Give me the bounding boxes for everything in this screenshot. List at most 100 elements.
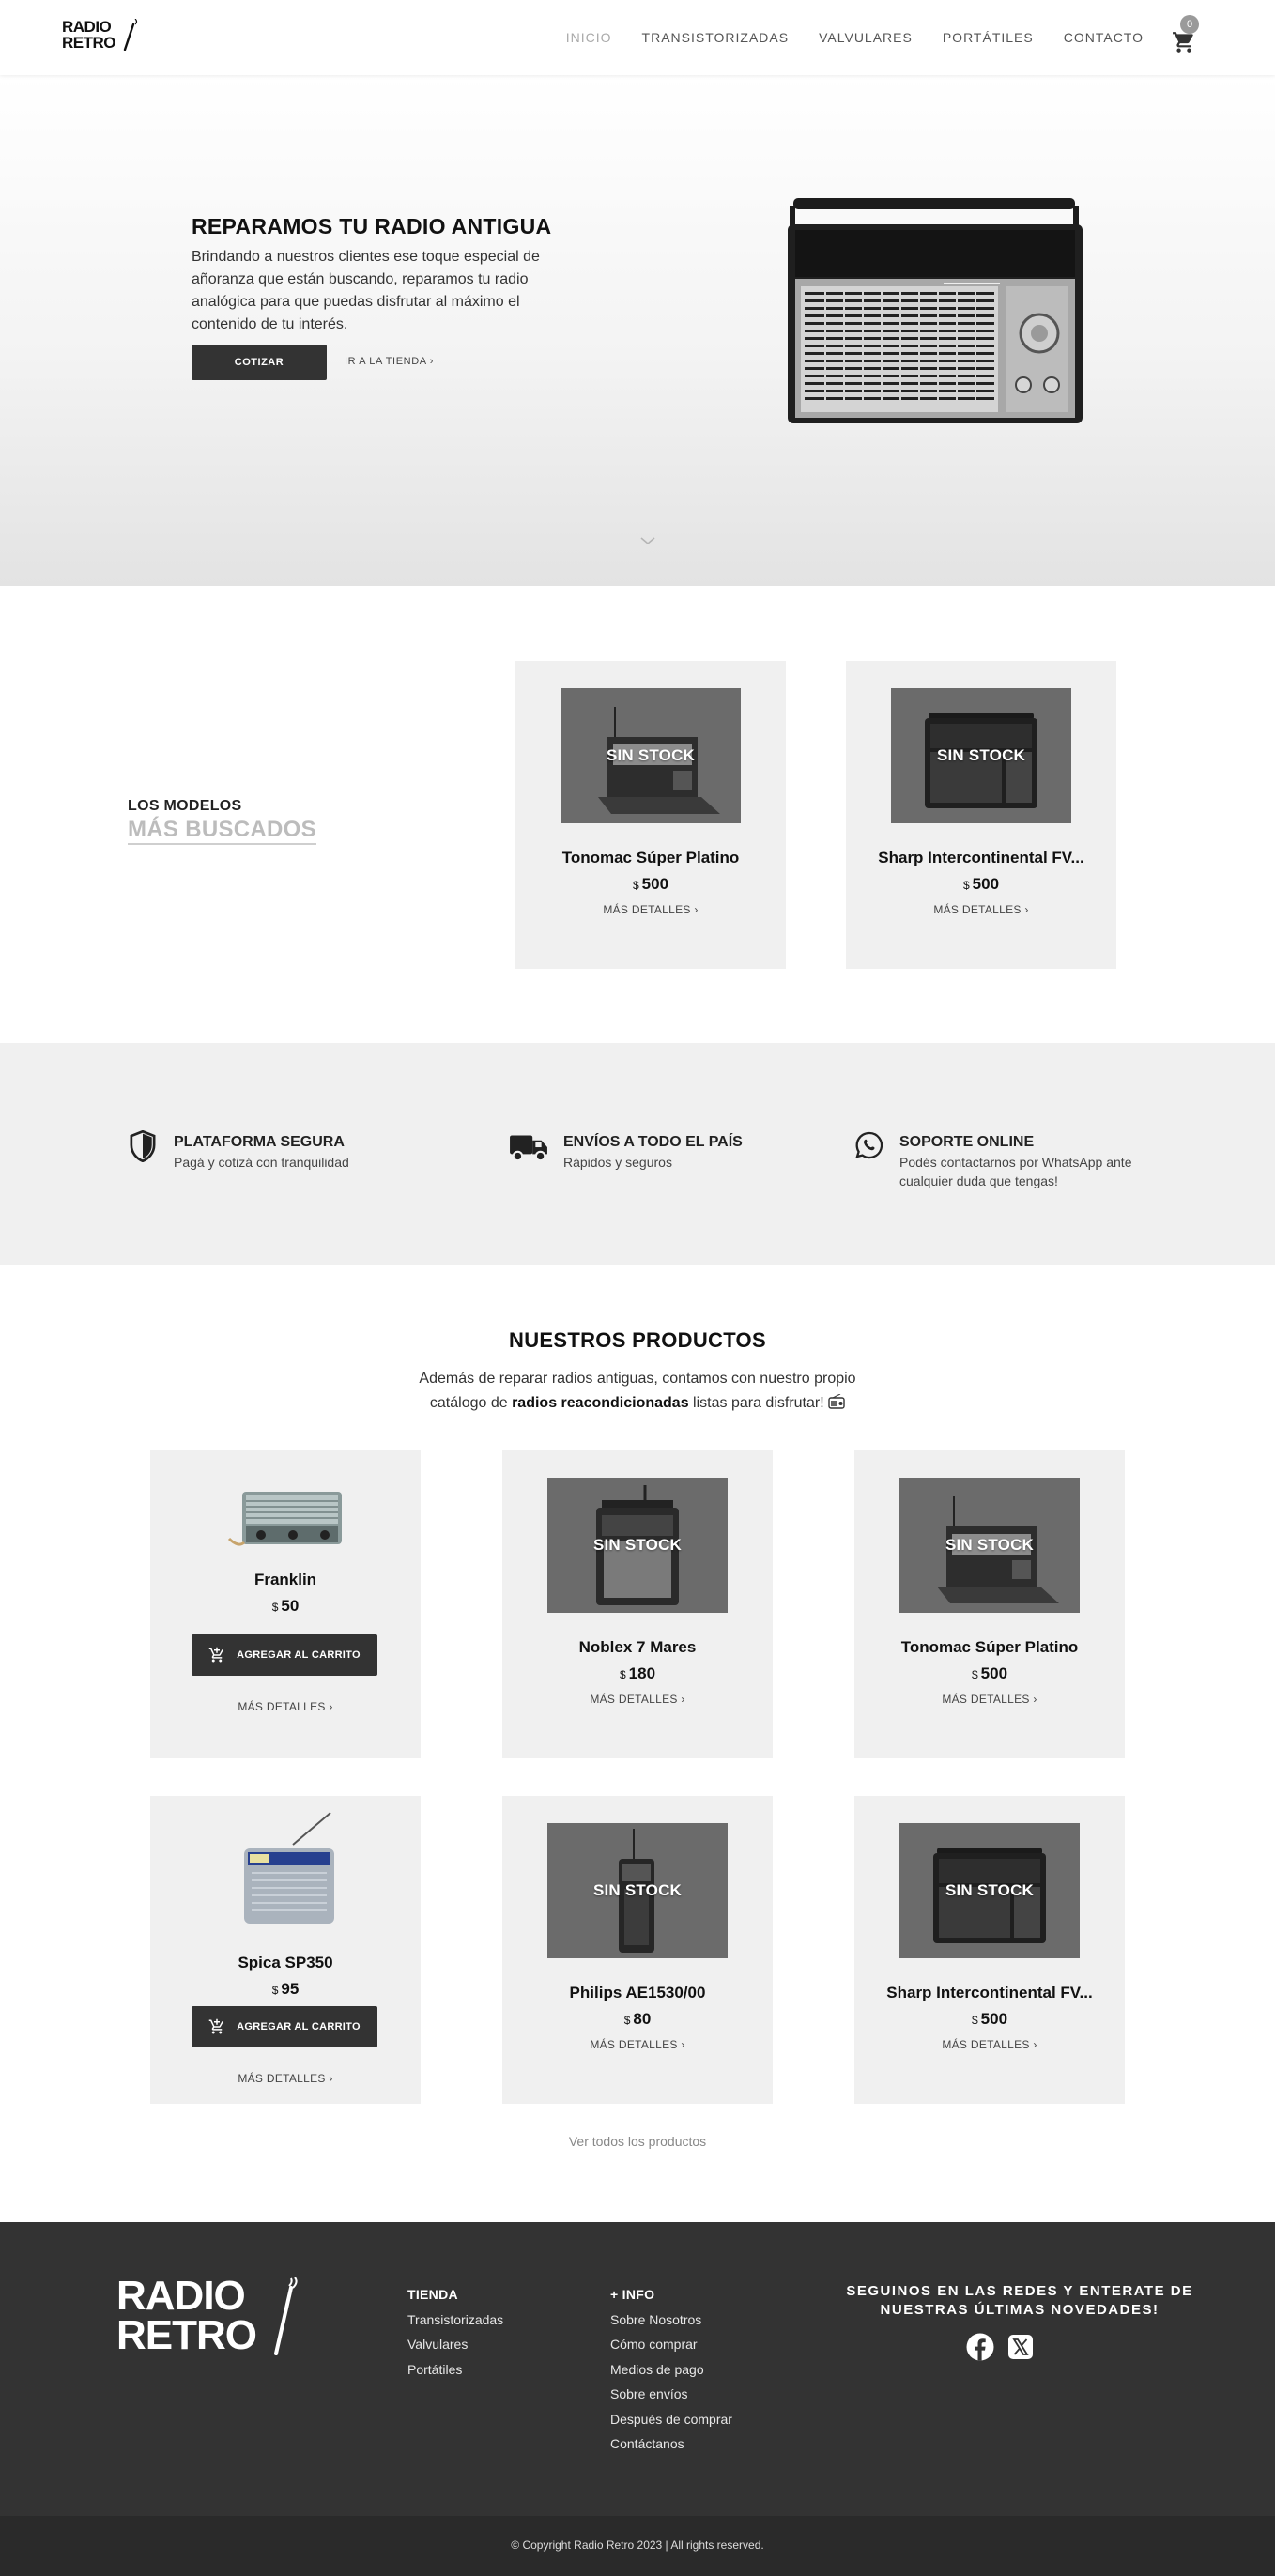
currency-symbol: $ [971, 2014, 978, 2027]
footer-link[interactable]: Sobre envíos [610, 2386, 688, 2401]
footer-link[interactable]: Contáctanos [610, 2436, 684, 2451]
currency-symbol: $ [962, 879, 970, 892]
products-subtitle: Además de reparar radios antiguas, conta… [394, 1367, 881, 1416]
price-value: 95 [281, 1980, 300, 1998]
footer-link[interactable]: Medios de pago [610, 2362, 704, 2377]
x-twitter-link[interactable] [1008, 2335, 1035, 2361]
scroll-down-icon[interactable] [638, 535, 657, 546]
price-value: 500 [641, 875, 669, 893]
add-to-cart-button[interactable]: AGREGAR AL CARRITO [192, 1634, 377, 1676]
feature-title: PLATAFORMA SEGURA [174, 1134, 345, 1150]
more-details-link[interactable]: MÁS DETALLES › [150, 2072, 421, 2085]
hero-text: Brindando a nuestros clientes ese toque … [192, 249, 540, 332]
nav-item-contacto[interactable]: CONTACTO [1064, 30, 1144, 45]
currency-symbol: $ [271, 1601, 279, 1614]
antenna-icon [274, 2277, 298, 2355]
product-card[interactable]: SIN STOCK Sharp Intercontinental FV... $… [854, 1796, 1125, 2104]
product-name[interactable]: Spica SP350 [160, 1954, 411, 1972]
product-price: $500 [846, 875, 1116, 894]
features-section: PLATAFORMA SEGURA Pagá y cotizá con tran… [0, 1043, 1275, 1265]
most-searched-title: LOS MODELOS [128, 798, 242, 814]
more-details-label: MÁS DETALLES [238, 1700, 326, 1713]
product-price: $500 [854, 2010, 1125, 2029]
product-card[interactable]: SIN STOCK Noblex 7 Mares $180 MÁS DETALL… [502, 1450, 773, 1758]
nav-item-portatiles[interactable]: PORTÁTILES [943, 30, 1034, 45]
currency-symbol: $ [271, 1984, 279, 1997]
nav-item-inicio[interactable]: INICIO [566, 30, 612, 45]
product-image-spica[interactable] [237, 1811, 340, 1929]
product-price: $500 [515, 875, 786, 894]
radio-emoji-icon [828, 1393, 845, 1409]
see-all-products-link[interactable]: Ver todos los productos [0, 2134, 1275, 2149]
footer-link[interactable]: Después de comprar [610, 2412, 732, 2427]
antenna-icon [123, 19, 138, 51]
product-card[interactable]: SIN STOCK Tonomac Súper Platino $500 MÁS… [515, 661, 786, 969]
chevron-right-icon: › [429, 356, 434, 367]
footer-link[interactable]: Sobre Nosotros [610, 2312, 701, 2327]
product-card[interactable]: Spica SP350 $95 AGREGAR AL CARRITO MÁS D… [150, 1796, 421, 2104]
more-details-link[interactable]: MÁS DETALLES › [502, 2038, 773, 2051]
feature-title: ENVÍOS A TODO EL PAÍS [563, 1134, 743, 1150]
more-details-link[interactable]: MÁS DETALLES › [846, 903, 1116, 916]
currency-symbol: $ [619, 1668, 626, 1681]
price-value: 500 [980, 2010, 1008, 2028]
price-value: 180 [628, 1664, 656, 1682]
hero-section: REPARAMOS TU RADIO ANTIGUA Brindando a n… [0, 75, 1275, 586]
product-name[interactable]: Philips AE1530/00 [512, 1984, 763, 2002]
more-details-link[interactable]: MÁS DETALLES › [854, 2038, 1125, 2051]
product-image[interactable]: SIN STOCK [891, 688, 1071, 823]
product-name[interactable]: Tonomac Súper Platino [864, 1638, 1115, 1657]
product-card[interactable]: SIN STOCK Tonomac Súper Platino $500 MÁS… [854, 1450, 1125, 1758]
price-value: 50 [281, 1597, 300, 1615]
hero-radio-image [788, 198, 1083, 423]
product-image-franklin[interactable] [227, 1488, 346, 1554]
go-to-shop-link[interactable]: IR A LA TIENDA › [345, 356, 434, 367]
cotizar-button[interactable]: COTIZAR [192, 345, 327, 380]
more-details-link[interactable]: MÁS DETALLES › [150, 1700, 421, 1713]
more-details-label: MÁS DETALLES [933, 903, 1022, 916]
cart-count-badge: 0 [1180, 15, 1199, 34]
add-to-cart-button[interactable]: AGREGAR AL CARRITO [192, 2006, 377, 2047]
product-image[interactable]: SIN STOCK [547, 1478, 728, 1613]
product-price: $180 [502, 1664, 773, 1683]
facebook-link[interactable] [966, 2333, 994, 2361]
product-name[interactable]: Tonomac Súper Platino [525, 849, 776, 867]
footer-link[interactable]: Portátiles [407, 2362, 462, 2377]
more-details-label: MÁS DETALLES [942, 2038, 1030, 2051]
product-image[interactable]: SIN STOCK [899, 1478, 1080, 1613]
more-details-link[interactable]: MÁS DETALLES › [515, 903, 786, 916]
product-image[interactable]: SIN STOCK [561, 688, 741, 823]
product-card[interactable]: SIN STOCK Philips AE1530/00 $80 MÁS DETA… [502, 1796, 773, 2104]
whatsapp-icon [855, 1131, 883, 1159]
product-price: $50 [150, 1597, 421, 1616]
truck-icon [510, 1135, 547, 1162]
product-card[interactable]: SIN STOCK Sharp Intercontinental FV... $… [846, 661, 1116, 969]
out-of-stock-badge: SIN STOCK [592, 1881, 683, 1899]
footer-link[interactable]: Valvulares [407, 2337, 468, 2352]
go-to-shop-label: IR A LA TIENDA [345, 356, 427, 367]
product-price: $80 [502, 2010, 773, 2029]
footer-logo[interactable]: RADIO RETRO [116, 2276, 304, 2361]
more-details-link[interactable]: MÁS DETALLES › [854, 1693, 1125, 1706]
footer-link[interactable]: Cómo comprar [610, 2337, 698, 2352]
nav-item-valvulares[interactable]: VALVULARES [819, 30, 913, 45]
price-value: 80 [633, 2010, 652, 2028]
currency-symbol: $ [971, 1668, 978, 1681]
footer-link[interactable]: Transistorizadas [407, 2312, 503, 2327]
product-price: $500 [854, 1664, 1125, 1683]
product-price: $95 [150, 1980, 421, 1999]
product-name[interactable]: Noblex 7 Mares [512, 1638, 763, 1657]
more-details-label: MÁS DETALLES [238, 2072, 326, 2085]
product-card[interactable]: Franklin $50 AGREGAR AL CARRITO MÁS DETA… [150, 1450, 421, 1758]
nav-item-transistorizadas[interactable]: TRANSISTORIZADAS [642, 30, 790, 45]
subtitle-end: listas para disfrutar! [693, 1395, 824, 1411]
product-name[interactable]: Sharp Intercontinental FV... [855, 849, 1107, 867]
site-logo[interactable]: RADIO RETRO [62, 19, 146, 56]
product-image[interactable]: SIN STOCK [899, 1823, 1080, 1958]
product-image[interactable]: SIN STOCK [547, 1823, 728, 1958]
main-menu: INICIO TRANSISTORIZADAS VALVULARES PORTÁ… [536, 0, 1144, 75]
product-name[interactable]: Franklin [160, 1571, 411, 1589]
more-details-link[interactable]: MÁS DETALLES › [502, 1693, 773, 1706]
product-name[interactable]: Sharp Intercontinental FV... [864, 1984, 1115, 2002]
currency-symbol: $ [632, 879, 639, 892]
